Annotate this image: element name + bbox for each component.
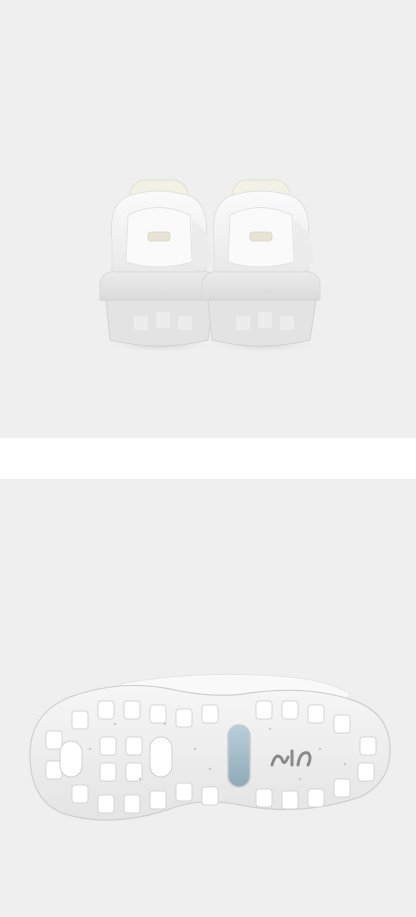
product-photo-back-view xyxy=(0,0,416,438)
product-photo-outsole-view xyxy=(0,479,416,917)
image-spacer xyxy=(0,438,416,479)
air-unit-window xyxy=(227,724,251,788)
right-shoe xyxy=(201,179,321,347)
heel-pod xyxy=(59,740,83,778)
sneaker-outsole-illustration xyxy=(29,673,391,821)
left-shoe xyxy=(99,179,219,347)
mid-pod xyxy=(149,736,173,778)
sneaker-pair-back-illustration xyxy=(99,179,321,353)
